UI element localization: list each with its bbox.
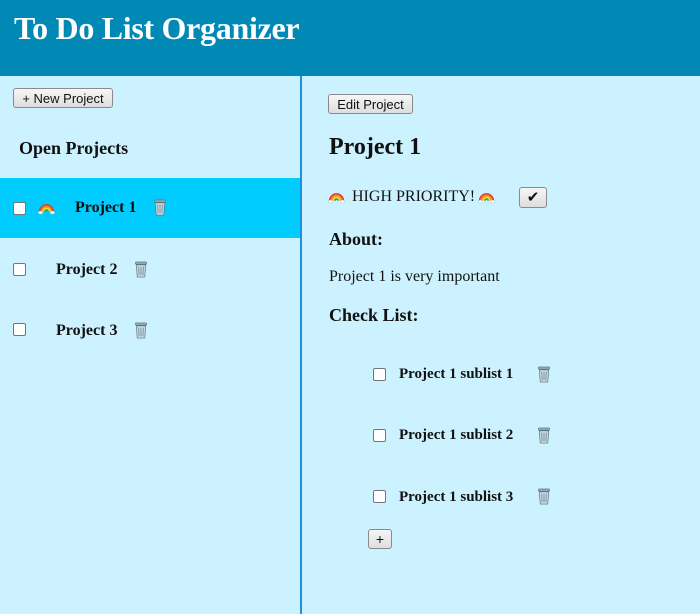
project-name: Project 3 xyxy=(56,322,118,339)
checklist-item-label: Project 1 sublist 1 xyxy=(399,366,514,382)
project-checkbox[interactable] xyxy=(13,263,26,276)
rainbow-icon xyxy=(328,193,345,204)
about-text: Project 1 is very important xyxy=(329,268,500,285)
project-name: Project 1 xyxy=(75,199,137,216)
trash-icon[interactable] xyxy=(133,322,149,339)
checklist-checkbox[interactable] xyxy=(373,429,386,442)
edit-project-button[interactable]: Edit Project xyxy=(328,94,413,114)
project-checkbox[interactable] xyxy=(13,323,26,336)
project-detail-panel: Edit Project Project 1 HIGH PRIORITY! ✔ … xyxy=(302,76,700,614)
open-projects-heading: Open Projects xyxy=(19,138,129,158)
checklist-item-label: Project 1 sublist 2 xyxy=(399,427,514,443)
trash-icon[interactable] xyxy=(152,199,168,216)
trash-icon[interactable] xyxy=(536,488,552,505)
checklist-heading: Check List: xyxy=(329,305,419,325)
sidebar: + New Project Open Projects Project 1 Pr… xyxy=(0,76,300,614)
checklist-item-label: Project 1 sublist 3 xyxy=(399,489,514,505)
about-heading: About: xyxy=(329,229,384,249)
project-item-1[interactable]: Project 1 xyxy=(0,178,300,238)
trash-icon[interactable] xyxy=(536,427,552,444)
trash-icon[interactable] xyxy=(536,366,552,383)
project-item-3[interactable]: Project 3 xyxy=(0,300,300,360)
project-name: Project 2 xyxy=(56,261,118,278)
checklist-checkbox[interactable] xyxy=(373,368,386,381)
priority-label: HIGH PRIORITY! xyxy=(352,188,476,205)
rainbow-icon xyxy=(38,204,55,215)
add-checklist-item-button[interactable]: + xyxy=(368,529,392,549)
project-checkbox[interactable] xyxy=(13,202,26,215)
app-title: To Do List Organizer xyxy=(14,10,300,46)
rainbow-icon xyxy=(478,193,495,204)
project-title: Project 1 xyxy=(329,134,422,160)
new-project-button[interactable]: + New Project xyxy=(13,88,113,108)
app-header: To Do List Organizer xyxy=(0,0,700,76)
priority-toggle-button[interactable]: ✔ xyxy=(519,187,547,208)
trash-icon[interactable] xyxy=(133,261,149,278)
checklist-checkbox[interactable] xyxy=(373,490,386,503)
project-item-2[interactable]: Project 2 xyxy=(0,239,300,299)
